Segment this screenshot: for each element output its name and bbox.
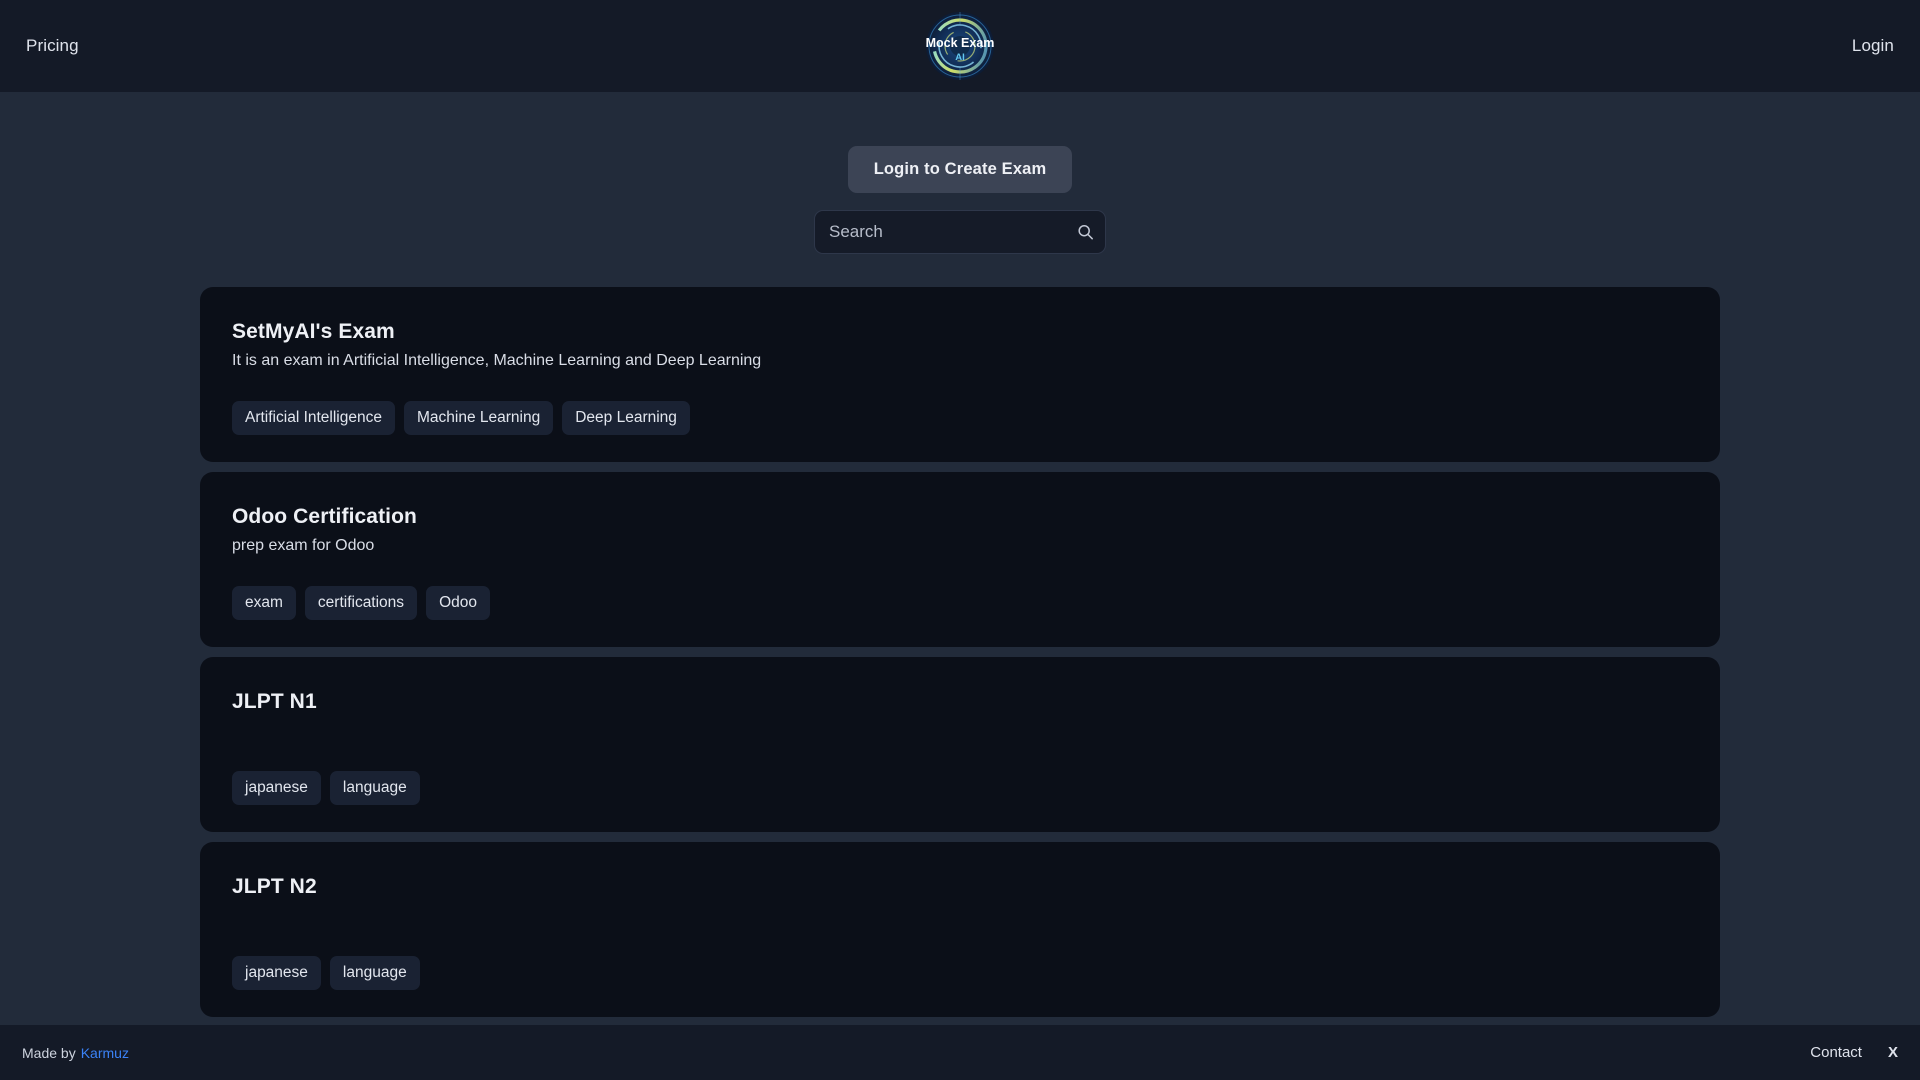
exam-tag[interactable]: exam <box>232 586 296 620</box>
exam-card-list: SetMyAI's Exam It is an exam in Artifici… <box>200 287 1720 1025</box>
exam-tag[interactable]: japanese <box>232 956 321 990</box>
exam-tag[interactable]: japanese <box>232 771 321 805</box>
footer-credit: Made by Karmuz <box>22 1045 129 1061</box>
exam-card-description: It is an exam in Artificial Intelligence… <box>232 350 1688 372</box>
main-content: Login to Create Exam SetMyAI's Exam It i… <box>0 92 1920 1025</box>
exam-card-title: SetMyAI's Exam <box>232 319 1688 345</box>
exam-tag[interactable]: Deep Learning <box>562 401 690 435</box>
footer-credit-link[interactable]: Karmuz <box>81 1045 129 1061</box>
exam-card-description <box>232 905 1688 927</box>
exam-card-tags: japanese language <box>232 956 1688 990</box>
mock-exam-ai-logo-icon: Mock Exam AI <box>920 6 1000 86</box>
exam-card[interactable]: SetMyAI's Exam It is an exam in Artifici… <box>200 287 1720 462</box>
svg-text:AI: AI <box>955 52 965 63</box>
exam-card-title: Odoo Certification <box>232 504 1688 530</box>
login-to-create-exam-button[interactable]: Login to Create Exam <box>848 146 1073 193</box>
exam-tag[interactable]: Artificial Intelligence <box>232 401 395 435</box>
search-input[interactable] <box>814 210 1106 254</box>
exam-card-description <box>232 720 1688 742</box>
exam-tag[interactable]: certifications <box>305 586 417 620</box>
exam-card-title: JLPT N2 <box>232 874 1688 900</box>
exam-tag[interactable]: Machine Learning <box>404 401 553 435</box>
footer-link-contact[interactable]: Contact <box>1810 1044 1862 1061</box>
footer-bar: Made by Karmuz Contact X <box>0 1025 1920 1080</box>
footer-credit-prefix: Made by <box>22 1045 76 1061</box>
exam-card[interactable]: JLPT N2 japanese language <box>200 842 1720 1017</box>
exam-tag[interactable]: Odoo <box>426 586 490 620</box>
footer-links: Contact X <box>1810 1044 1898 1061</box>
exam-tag[interactable]: language <box>330 771 420 805</box>
search-bar <box>814 210 1106 254</box>
exam-card[interactable]: JLPT N1 japanese language <box>200 657 1720 832</box>
exam-tag[interactable]: language <box>330 956 420 990</box>
exam-card-tags: japanese language <box>232 771 1688 805</box>
top-navbar: Pricing <box>0 0 1920 92</box>
exam-card-description: prep exam for Odoo <box>232 535 1688 557</box>
exam-card-title: JLPT N1 <box>232 689 1688 715</box>
nav-link-pricing[interactable]: Pricing <box>22 30 83 62</box>
exam-card[interactable]: Odoo Certification prep exam for Odoo ex… <box>200 472 1720 647</box>
nav-link-login[interactable]: Login <box>1848 30 1898 62</box>
exam-card-tags: exam certifications Odoo <box>232 586 1688 620</box>
site-logo[interactable]: Mock Exam AI <box>920 6 1000 86</box>
svg-text:Mock Exam: Mock Exam <box>926 36 995 50</box>
footer-link-x[interactable]: X <box>1888 1044 1898 1061</box>
exam-card-tags: Artificial Intelligence Machine Learning… <box>232 401 1688 435</box>
